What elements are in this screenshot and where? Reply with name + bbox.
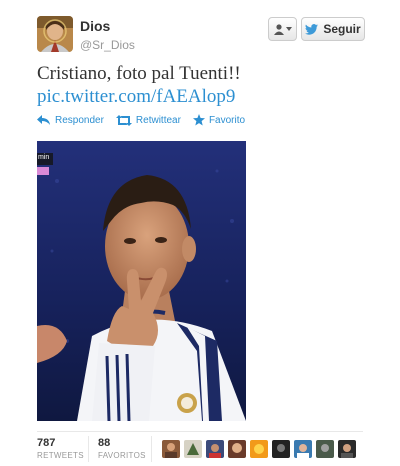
retweets-label: RETWEETS — [37, 451, 84, 460]
facepile-avatar[interactable] — [338, 440, 356, 458]
favorites-count: 88 — [98, 437, 111, 449]
favorite-label: Favorito — [208, 114, 246, 126]
caret-down-icon — [285, 27, 292, 31]
follow-label: Seguir — [323, 22, 361, 36]
facepile-avatar[interactable] — [206, 440, 224, 458]
facepile-avatar[interactable] — [294, 440, 312, 458]
stat-separator — [151, 436, 152, 462]
photo-overlay-text: min — [38, 154, 50, 161]
tweet-photo[interactable]: min — [37, 141, 246, 421]
facepile-avatar[interactable] — [316, 440, 334, 458]
star-icon — [192, 114, 205, 126]
tweet-photo-link[interactable]: pic.twitter.com/fAEAlop9 — [37, 86, 235, 107]
tweet-body: Cristiano, foto pal Tuenti!! — [37, 63, 241, 84]
retweet-icon — [115, 114, 132, 126]
tweet-actions: Responder Retwittear Favorito — [37, 112, 257, 128]
reply-action[interactable]: Responder — [37, 115, 104, 126]
facepile-avatar[interactable] — [250, 440, 268, 458]
stats-divider — [37, 431, 363, 432]
author-avatar[interactable] — [37, 16, 73, 52]
author-name[interactable]: Dios — [80, 18, 110, 34]
favorite-action[interactable]: Favorito — [192, 114, 246, 126]
facepile-avatar[interactable] — [228, 440, 246, 458]
facepile-avatar[interactable] — [184, 440, 202, 458]
tweet-text: Cristiano, foto pal Tuenti!! pic.twitter… — [37, 62, 367, 108]
facepile-avatar[interactable] — [272, 440, 290, 458]
retweets-stat[interactable]: 787 RETWEETS — [37, 437, 84, 460]
reply-label: Responder — [55, 114, 104, 126]
retweets-count: 787 — [37, 437, 56, 449]
reply-arrow-icon — [37, 115, 50, 125]
twitter-bird-icon — [305, 23, 319, 35]
retweet-action[interactable]: Retwittear — [115, 114, 181, 126]
user-icon — [273, 23, 284, 35]
author-handle[interactable]: @Sr_Dios — [80, 38, 135, 52]
facepile-avatar[interactable] — [162, 440, 180, 458]
retweet-label: Retwittear — [135, 114, 181, 126]
stat-separator — [88, 436, 89, 462]
follow-button[interactable]: Seguir — [301, 17, 365, 41]
user-actions-button[interactable] — [268, 17, 297, 41]
favorites-label: FAVORITOS — [98, 451, 146, 460]
favorites-stat[interactable]: 88 FAVORITOS — [98, 437, 146, 460]
